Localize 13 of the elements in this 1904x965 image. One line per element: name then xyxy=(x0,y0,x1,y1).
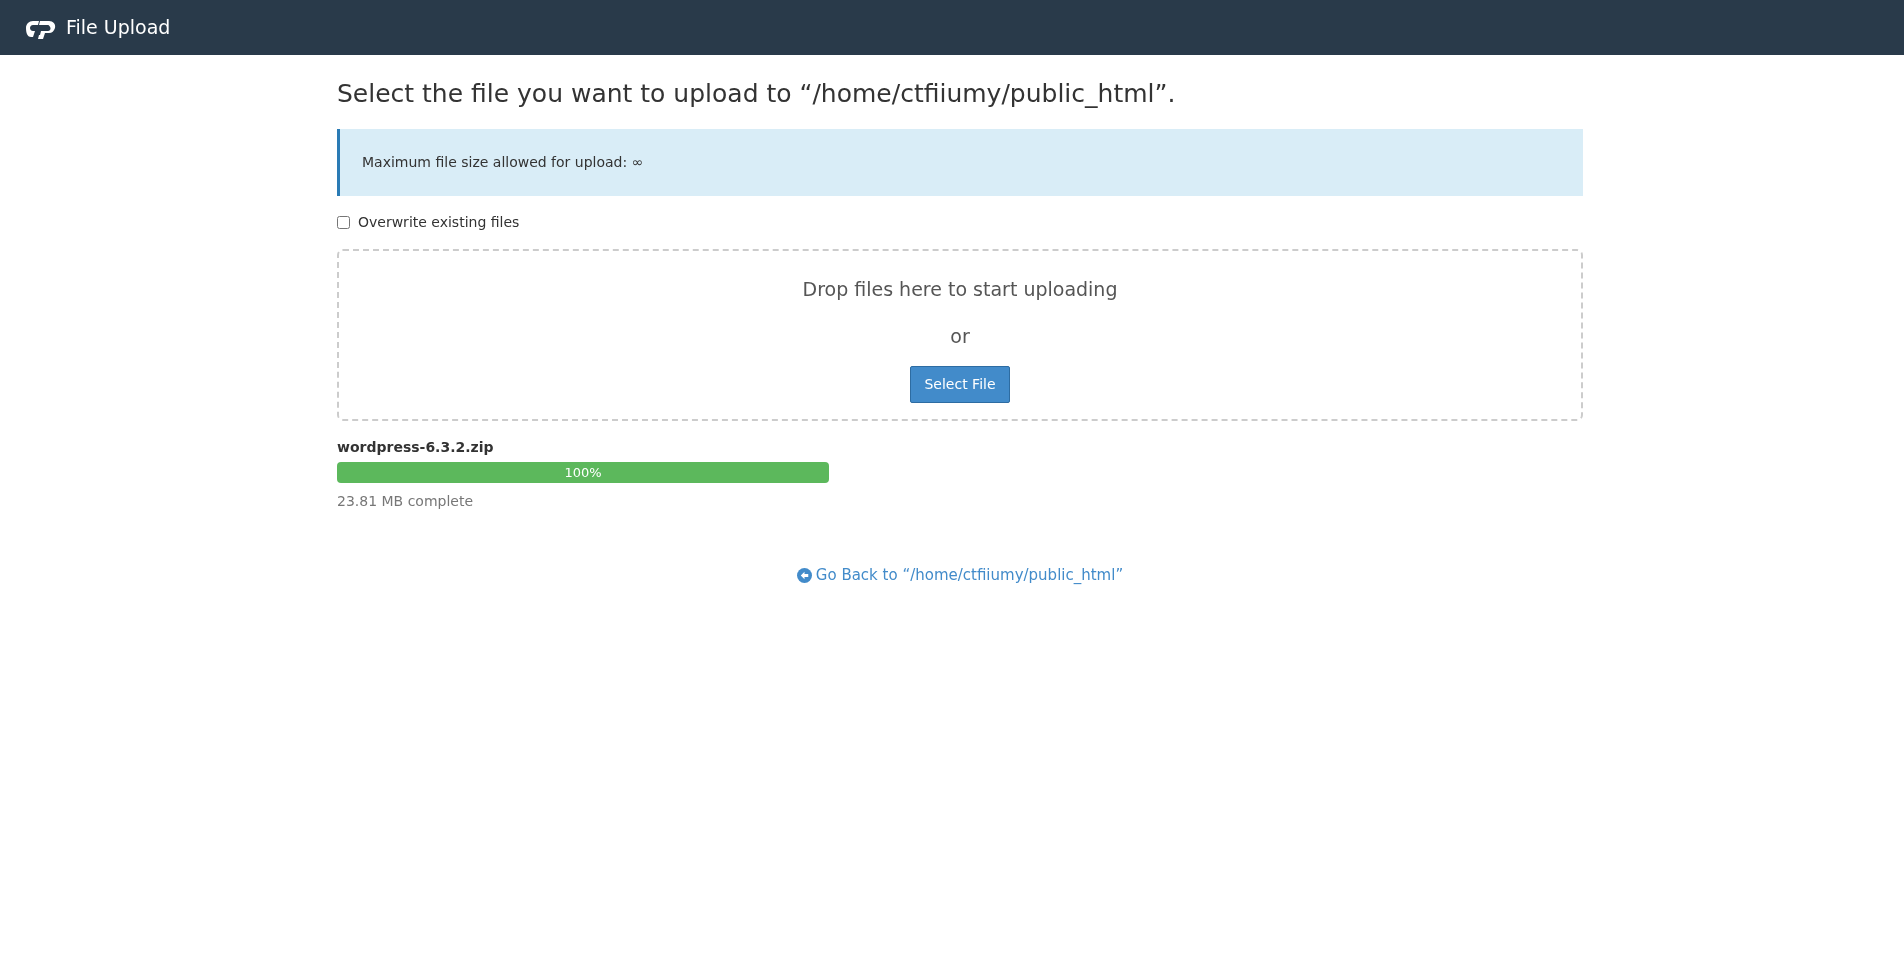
upload-heading: Select the file you want to upload to “/home/ctfiiumy/public_html”. xyxy=(337,79,1177,109)
file-name: wordpress-6.3.2.zip xyxy=(337,438,495,457)
overwrite-checkbox[interactable] xyxy=(337,216,350,229)
progress-reading: 100% xyxy=(564,465,602,480)
select-file-button[interactable]: Select File xyxy=(910,366,1010,403)
max-size-text: Maximum file size allowed for upload: ∞ xyxy=(362,154,644,170)
page-title: File Upload xyxy=(66,15,171,41)
drop-prompt: Drop files here to start uploading xyxy=(802,278,1118,300)
overwrite-label[interactable]: Overwrite existing files xyxy=(358,212,520,233)
go-back-link[interactable]: Go Back to “/home/ctfiiumy/public_html” xyxy=(796,564,1124,587)
or-separator: or xyxy=(950,324,970,347)
drop-zone[interactable]: Drop files here to start uploading or Select File xyxy=(337,249,1583,421)
upload-status: 23.81 MB complete xyxy=(337,492,475,511)
